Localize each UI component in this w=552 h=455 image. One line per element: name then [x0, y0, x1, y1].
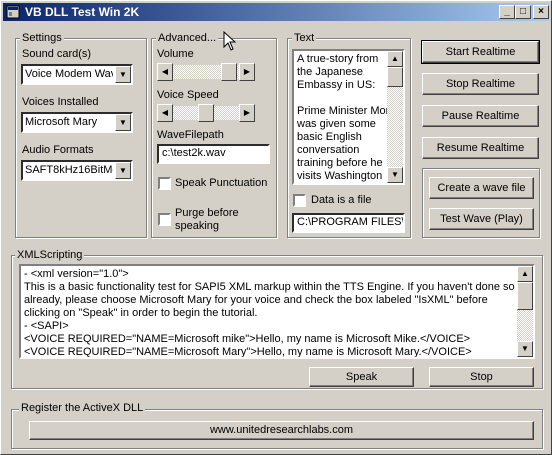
volume-slider[interactable]: ◀ ▶ — [157, 63, 255, 81]
arrow-right-icon[interactable]: ▶ — [239, 63, 255, 81]
window-title: VB DLL Test Win 2K — [25, 5, 140, 19]
pause-realtime-button[interactable]: Pause Realtime — [422, 105, 539, 127]
text-line: A true-story from — [297, 53, 379, 65]
text-line: training before he — [297, 157, 383, 169]
xml-content: - <xml version="1.0"> This is a basic fu… — [24, 268, 515, 358]
sound-card-label: Sound card(s) — [22, 48, 92, 60]
speed-slider-thumb[interactable] — [198, 104, 214, 122]
advanced-group-label: Advanced... — [156, 32, 219, 44]
start-realtime-button[interactable]: Start Realtime — [421, 40, 540, 64]
register-group-label: Register the ActiveX DLL — [19, 402, 146, 414]
arrow-down-icon[interactable]: ▼ — [387, 167, 403, 183]
sound-card-select[interactable]: Voice Modem Wav ▼ — [21, 64, 133, 85]
arrow-up-icon[interactable]: ▲ — [517, 266, 533, 282]
xml-line: clicking on "Speak" in order to begin th… — [24, 307, 258, 319]
arrow-up-icon[interactable]: ▲ — [387, 51, 403, 67]
purge-label-line1: Purge before — [175, 207, 239, 219]
chevron-down-icon[interactable]: ▼ — [115, 114, 131, 131]
xml-line: - <SAPI> — [24, 320, 69, 332]
voice-speed-label: Voice Speed — [157, 89, 219, 101]
data-is-file-checkbox[interactable] — [293, 194, 306, 207]
text-line: visits Washington — [297, 170, 383, 182]
text-content: A true-story from the Japanese Embassy in … — [297, 53, 392, 183]
stop-button[interactable]: Stop — [429, 367, 534, 387]
title-bar[interactable]: VB DLL Test Win 2K _ □ × — [3, 3, 549, 21]
xml-line: <VOICE REQUIRED="NAME=Microsoft Mary">He… — [24, 346, 472, 358]
maximize-button[interactable]: □ — [515, 5, 531, 19]
speak-button[interactable]: Speak — [309, 367, 414, 387]
xml-scrollbar[interactable]: ▲ ▼ — [517, 266, 533, 357]
arrow-right-icon[interactable]: ▶ — [239, 104, 255, 122]
main-window: VB DLL Test Win 2K _ □ × Settings Sound … — [0, 0, 552, 455]
xml-line: already, please choose Microsoft Mary fo… — [24, 294, 488, 306]
purge-checkbox[interactable] — [158, 213, 171, 226]
xml-line: <VOICE REQUIRED="NAME=Microsoft mike">He… — [24, 333, 471, 345]
resume-realtime-button[interactable]: Resume Realtime — [422, 137, 539, 159]
app-icon — [6, 5, 20, 19]
volume-label: Volume — [157, 48, 194, 60]
arrow-left-icon[interactable]: ◀ — [157, 104, 173, 122]
minimize-button[interactable]: _ — [499, 5, 515, 19]
close-button[interactable]: × — [533, 5, 549, 19]
xml-line: - <xml version="1.0"> — [24, 268, 129, 280]
text-group-label: Text — [292, 32, 317, 44]
text-scrollbar[interactable]: ▲ ▼ — [387, 51, 403, 183]
text-line — [297, 92, 385, 105]
mouse-cursor-icon — [223, 31, 237, 51]
audio-formats-label: Audio Formats — [22, 144, 94, 156]
wavefilepath-input[interactable]: c:\test2k.wav — [157, 144, 270, 164]
text-line: basic English — [297, 131, 362, 143]
test-wave-button[interactable]: Test Wave (Play) — [429, 208, 534, 230]
website-link-button[interactable]: www.unitedresearchlabs.com — [29, 421, 534, 440]
arrow-down-icon[interactable]: ▼ — [517, 341, 533, 357]
chevron-down-icon[interactable]: ▼ — [115, 66, 131, 83]
data-is-file-label: Data is a file — [311, 194, 372, 206]
voices-select[interactable]: Microsoft Mary ▼ — [21, 112, 133, 133]
volume-slider-thumb[interactable] — [221, 63, 237, 81]
text-line: was given some — [297, 118, 376, 130]
arrow-left-icon[interactable]: ◀ — [157, 63, 173, 81]
voices-installed-label: Voices Installed — [22, 96, 99, 108]
audio-formats-select[interactable]: SAFT8kHz16BitMo ▼ — [21, 160, 133, 181]
file-path-input[interactable]: C:\PROGRAM FILES\ — [292, 213, 405, 233]
speak-punctuation-checkbox[interactable] — [158, 177, 171, 190]
scroll-thumb[interactable] — [387, 67, 403, 87]
xmlscripting-group-label: XMLScripting — [15, 249, 85, 261]
text-line: Prime Minister Mori — [297, 105, 392, 117]
wavefilepath-label: WaveFilepath — [157, 129, 224, 141]
text-line: Embassy in US: — [297, 79, 376, 91]
scroll-thumb[interactable] — [517, 282, 533, 310]
voice-speed-slider[interactable]: ◀ ▶ — [157, 104, 255, 122]
stop-realtime-button[interactable]: Stop Realtime — [422, 73, 539, 95]
speak-punctuation-label: Speak Punctuation — [175, 177, 268, 189]
text-input-area[interactable]: A true-story from the Japanese Embassy in … — [292, 49, 405, 185]
xml-line: This is a basic functionality test for S… — [24, 281, 515, 293]
xml-text-area[interactable]: - <xml version="1.0"> This is a basic fu… — [19, 264, 535, 359]
chevron-down-icon[interactable]: ▼ — [115, 162, 131, 179]
settings-group-label: Settings — [20, 32, 64, 44]
purge-label-line2: speaking — [175, 220, 220, 232]
text-line: conversation — [297, 144, 360, 156]
create-wave-file-button[interactable]: Create a wave file — [429, 177, 534, 199]
text-line: the Japanese — [297, 66, 364, 78]
